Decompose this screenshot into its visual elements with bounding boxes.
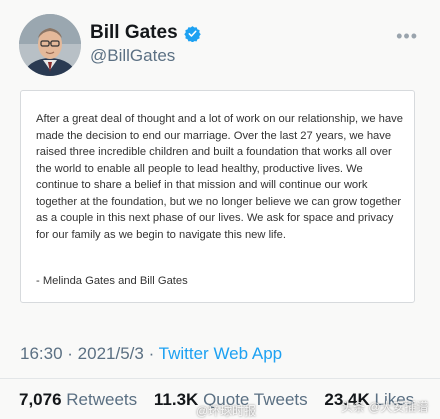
quote-tweets-count: 11.3K: [153, 390, 199, 409]
profile-name[interactable]: Bill Gates: [90, 22, 178, 44]
tweet-source-link[interactable]: Twitter Web App: [159, 344, 282, 363]
retweets-count: 7,076: [19, 390, 62, 409]
verified-badge-icon: [183, 25, 201, 42]
more-options-icon[interactable]: •••: [396, 26, 418, 47]
statement-signature: - Melinda Gates and Bill Gates: [36, 275, 188, 287]
statement-text: After a great deal of thought and a lot …: [36, 113, 403, 241]
tweet-time: 16:30: [20, 344, 63, 363]
meta-separator: ·: [143, 344, 159, 363]
profile-handle[interactable]: @BillGates: [90, 46, 175, 66]
watermark-right: 头条 @大安插谱: [341, 400, 429, 414]
retweets-label: Retweets: [66, 390, 138, 409]
avatar-photo: [19, 14, 81, 76]
profile-avatar[interactable]: [19, 14, 81, 76]
retweets-stat[interactable]: 7,076 Retweets: [19, 390, 137, 409]
divider: [0, 378, 440, 379]
tweet-date: 2021/5/3: [77, 344, 144, 363]
meta-separator: ·: [62, 344, 78, 363]
statement-image[interactable]: After a great deal of thought and a lot …: [20, 90, 415, 303]
profile-name-row[interactable]: Bill Gates: [90, 22, 201, 44]
watermark-center: @环球时报: [196, 404, 257, 418]
tweet-metadata: 16:30 · 2021/5/3 · Twitter Web App: [20, 344, 282, 364]
